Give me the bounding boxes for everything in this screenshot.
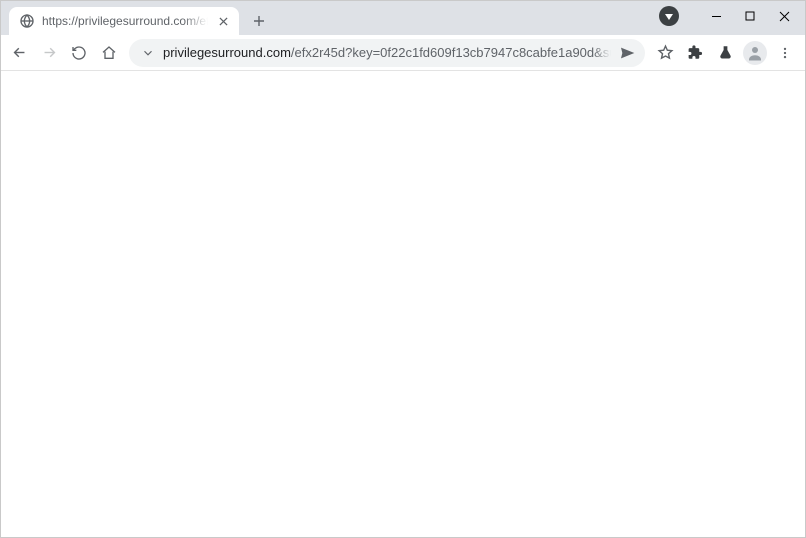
page-content — [1, 71, 805, 537]
url-path: /efx2r45d?key=0f22c1fd609f13cb7947c8cabf… — [291, 45, 611, 60]
site-info-icon[interactable] — [141, 46, 155, 60]
profile-button[interactable] — [741, 39, 769, 67]
url-domain: privilegesurround.com — [163, 45, 291, 60]
window-controls — [659, 1, 801, 31]
globe-icon — [19, 13, 35, 29]
tab-strip: https://privilegesurround.com/ef — [1, 1, 805, 35]
share-icon[interactable] — [619, 45, 635, 61]
reload-button[interactable] — [65, 39, 93, 67]
window-close-button[interactable] — [767, 1, 801, 31]
forward-button[interactable] — [35, 39, 63, 67]
window-maximize-button[interactable] — [733, 1, 767, 31]
toolbar: privilegesurround.com/efx2r45d?key=0f22c… — [1, 35, 805, 71]
toolbar-right — [651, 39, 799, 67]
tab-title: https://privilegesurround.com/ef — [42, 14, 208, 28]
back-button[interactable] — [5, 39, 33, 67]
tab-close-button[interactable] — [215, 13, 231, 29]
window-minimize-button[interactable] — [699, 1, 733, 31]
browser-window: https://privilegesurround.com/ef — [0, 0, 806, 538]
extensions-button[interactable] — [681, 39, 709, 67]
browser-tab[interactable]: https://privilegesurround.com/ef — [9, 7, 239, 35]
update-available-icon[interactable] — [659, 6, 679, 26]
bookmark-button[interactable] — [651, 39, 679, 67]
labs-button[interactable] — [711, 39, 739, 67]
avatar-icon — [743, 41, 767, 65]
url-text: privilegesurround.com/efx2r45d?key=0f22c… — [163, 45, 611, 60]
menu-button[interactable] — [771, 39, 799, 67]
new-tab-button[interactable] — [245, 7, 273, 35]
address-bar[interactable]: privilegesurround.com/efx2r45d?key=0f22c… — [129, 39, 645, 67]
home-button[interactable] — [95, 39, 123, 67]
